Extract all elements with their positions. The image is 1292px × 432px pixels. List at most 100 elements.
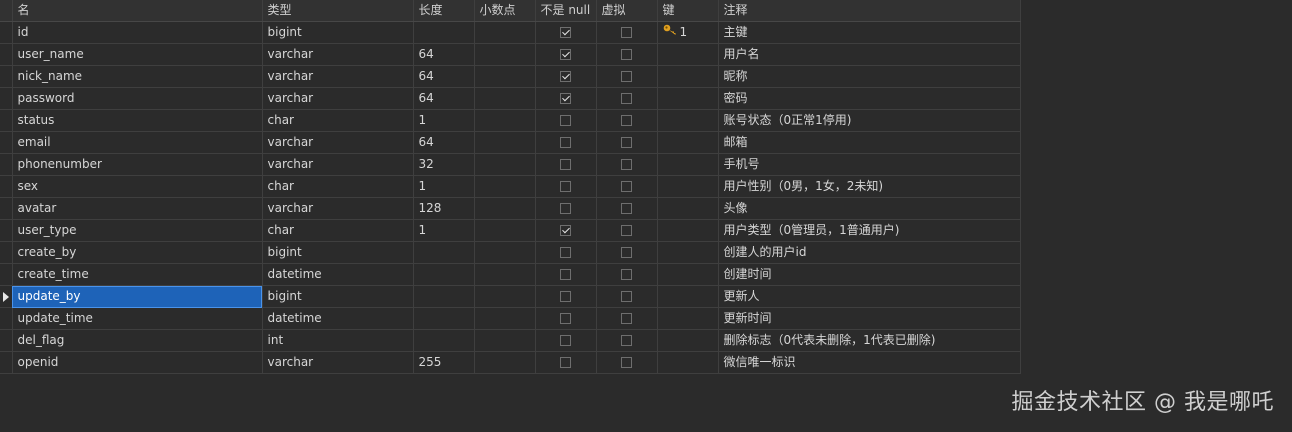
row-indicator[interactable]	[0, 21, 13, 44]
field-not-null-cell[interactable]	[535, 263, 597, 286]
field-key-cell[interactable]	[657, 219, 719, 242]
field-comment-cell[interactable]: 用户名	[718, 43, 1021, 66]
field-decimals-cell[interactable]	[474, 87, 536, 110]
field-name-cell[interactable]: id	[12, 21, 263, 44]
field-name-cell[interactable]: phonenumber	[12, 153, 263, 176]
field-length-cell[interactable]	[413, 263, 475, 286]
field-key-cell[interactable]	[657, 153, 719, 176]
field-name-cell[interactable]: status	[12, 109, 263, 132]
field-key-cell[interactable]	[657, 307, 719, 330]
field-comment-cell[interactable]: 微信唯一标识	[718, 351, 1021, 374]
field-name-cell[interactable]: password	[12, 87, 263, 110]
row-indicator[interactable]	[0, 131, 13, 154]
field-virtual-cell[interactable]	[596, 263, 658, 286]
field-not-null-cell[interactable]	[535, 219, 597, 242]
field-decimals-cell[interactable]	[474, 153, 536, 176]
field-decimals-cell[interactable]	[474, 109, 536, 132]
field-type-cell[interactable]: varchar	[262, 351, 414, 374]
table-row[interactable]: user_name varchar 64 用户名	[0, 43, 1021, 66]
table-row[interactable]: update_time datetime 更新时间	[0, 307, 1021, 330]
field-type-cell[interactable]: bigint	[262, 285, 414, 308]
field-name-cell[interactable]: nick_name	[12, 65, 263, 88]
field-key-cell[interactable]	[657, 329, 719, 352]
table-row[interactable]: email varchar 64 邮箱	[0, 131, 1021, 154]
virtual-checkbox[interactable]	[621, 159, 632, 170]
virtual-checkbox[interactable]	[621, 335, 632, 346]
field-length-cell[interactable]: 32	[413, 153, 475, 176]
not-null-checkbox[interactable]	[560, 335, 571, 346]
virtual-checkbox[interactable]	[621, 313, 632, 324]
field-virtual-cell[interactable]	[596, 153, 658, 176]
field-comment-cell[interactable]: 头像	[718, 197, 1021, 220]
field-not-null-cell[interactable]	[535, 109, 597, 132]
field-decimals-cell[interactable]	[474, 285, 536, 308]
field-not-null-cell[interactable]	[535, 307, 597, 330]
virtual-checkbox[interactable]	[621, 181, 632, 192]
row-indicator[interactable]	[0, 197, 13, 220]
field-type-cell[interactable]: varchar	[262, 131, 414, 154]
field-virtual-cell[interactable]	[596, 329, 658, 352]
field-not-null-cell[interactable]	[535, 351, 597, 374]
field-key-cell[interactable]	[657, 263, 719, 286]
field-length-cell[interactable]	[413, 307, 475, 330]
column-header-not-null[interactable]: 不是 null	[535, 0, 597, 22]
field-comment-cell[interactable]: 邮箱	[718, 131, 1021, 154]
field-type-cell[interactable]: int	[262, 329, 414, 352]
field-not-null-cell[interactable]	[535, 87, 597, 110]
field-type-cell[interactable]: varchar	[262, 65, 414, 88]
row-indicator[interactable]	[0, 263, 13, 286]
field-type-cell[interactable]: varchar	[262, 197, 414, 220]
not-null-checkbox[interactable]	[560, 159, 571, 170]
field-key-cell[interactable]	[657, 351, 719, 374]
table-row[interactable]: avatar varchar 128 头像	[0, 197, 1021, 220]
field-decimals-cell[interactable]	[474, 219, 536, 242]
not-null-checkbox[interactable]	[560, 115, 571, 126]
field-comment-cell[interactable]: 用户性别（0男，1女，2未知)	[718, 175, 1021, 198]
not-null-checkbox[interactable]	[560, 357, 571, 368]
virtual-checkbox[interactable]	[621, 93, 632, 104]
field-decimals-cell[interactable]	[474, 241, 536, 264]
not-null-checkbox[interactable]	[560, 71, 571, 82]
column-header-virtual[interactable]: 虚拟	[596, 0, 658, 22]
field-virtual-cell[interactable]	[596, 21, 658, 44]
field-virtual-cell[interactable]	[596, 87, 658, 110]
field-comment-cell[interactable]: 主键	[718, 21, 1021, 44]
field-length-cell[interactable]: 64	[413, 65, 475, 88]
field-comment-cell[interactable]: 昵称	[718, 65, 1021, 88]
field-name-cell[interactable]: del_flag	[12, 329, 263, 352]
field-virtual-cell[interactable]	[596, 307, 658, 330]
field-not-null-cell[interactable]	[535, 131, 597, 154]
field-decimals-cell[interactable]	[474, 307, 536, 330]
field-length-cell[interactable]: 1	[413, 175, 475, 198]
field-virtual-cell[interactable]	[596, 109, 658, 132]
virtual-checkbox[interactable]	[621, 71, 632, 82]
table-row[interactable]: password varchar 64 密码	[0, 87, 1021, 110]
field-name-cell[interactable]: avatar	[12, 197, 263, 220]
column-header-length[interactable]: 长度	[413, 0, 475, 22]
virtual-checkbox[interactable]	[621, 49, 632, 60]
row-indicator[interactable]	[0, 153, 13, 176]
column-header-decimals[interactable]: 小数点	[474, 0, 536, 22]
field-decimals-cell[interactable]	[474, 197, 536, 220]
field-decimals-cell[interactable]	[474, 65, 536, 88]
not-null-checkbox[interactable]	[560, 313, 571, 324]
row-indicator[interactable]	[0, 307, 13, 330]
field-length-cell[interactable]	[413, 329, 475, 352]
row-indicator[interactable]	[0, 43, 13, 66]
field-key-cell[interactable]	[657, 285, 719, 308]
field-key-cell[interactable]: 1	[657, 21, 719, 44]
not-null-checkbox[interactable]	[560, 27, 571, 38]
virtual-checkbox[interactable]	[621, 203, 632, 214]
field-comment-cell[interactable]: 创建时间	[718, 263, 1021, 286]
not-null-checkbox[interactable]	[560, 49, 571, 60]
field-decimals-cell[interactable]	[474, 351, 536, 374]
virtual-checkbox[interactable]	[621, 247, 632, 258]
field-type-cell[interactable]: datetime	[262, 307, 414, 330]
table-row[interactable]: create_by bigint 创建人的用户id	[0, 241, 1021, 264]
field-name-cell[interactable]: user_name	[12, 43, 263, 66]
field-length-cell[interactable]: 64	[413, 131, 475, 154]
virtual-checkbox[interactable]	[621, 27, 632, 38]
field-length-cell[interactable]: 64	[413, 43, 475, 66]
row-indicator[interactable]	[0, 219, 13, 242]
field-decimals-cell[interactable]	[474, 263, 536, 286]
